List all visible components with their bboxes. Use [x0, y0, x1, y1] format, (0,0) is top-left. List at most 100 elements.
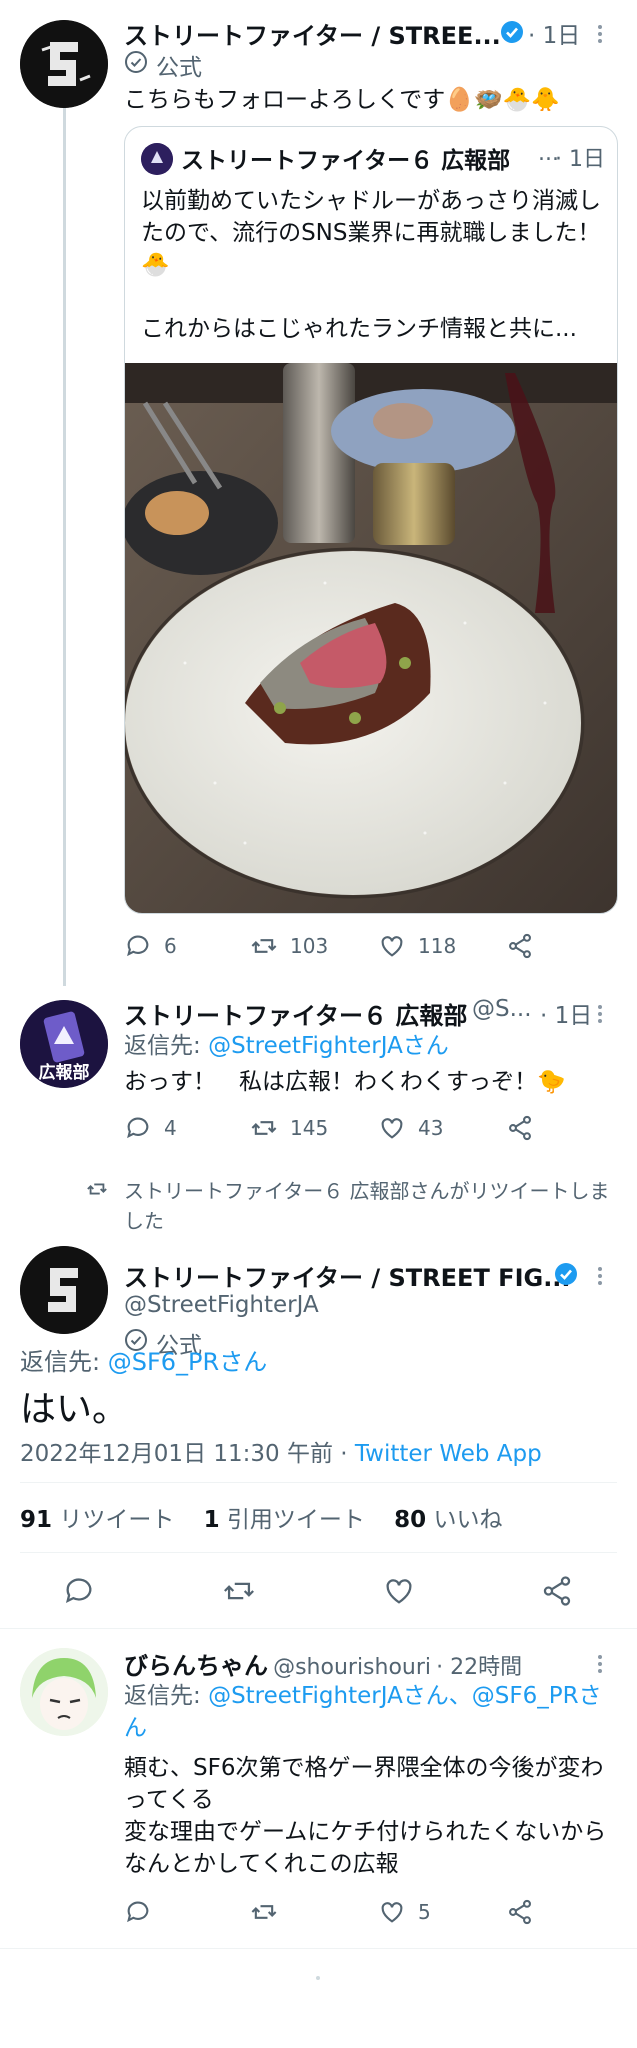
reply-text: 頼む、SF6次第で格ゲー界隈全体の今後が変わってくる 変な理由でゲームにケチ付け… — [124, 1755, 607, 1877]
retweet-notice[interactable]: ストリートファイター６ 広報部さんがリツイートしました — [124, 1176, 624, 1236]
retweets-num: 91 — [20, 1507, 53, 1533]
divider — [0, 1948, 637, 1949]
reply-prefix: 返信先: — [20, 1348, 101, 1376]
share-icon — [509, 1115, 531, 1141]
pr-avatar-label: 広報部 — [38, 1063, 90, 1083]
reply-context: 返信先: @StreetFighterJAさん、@SF6_PRさん — [124, 1680, 604, 1744]
reply-like-count: 5 — [418, 1900, 431, 1924]
reply-like-button[interactable]: 5 — [378, 1898, 431, 1926]
tweet2-reply-count: 4 — [164, 1116, 177, 1140]
reply-share-button[interactable] — [506, 1898, 534, 1926]
heart-icon — [381, 1118, 403, 1139]
loading-dot — [316, 1976, 320, 1980]
reply-prefix: 返信先: — [124, 1033, 201, 1059]
reply-icon — [127, 1117, 149, 1139]
verified-badge-icon — [555, 1263, 577, 1285]
tweet2-reply-button[interactable]: 4 — [124, 1114, 177, 1142]
quoted-photo[interactable] — [125, 363, 617, 913]
main-stats-row: 91 リツイート 1 引用ツイート 80 いいね — [20, 1500, 502, 1534]
reply-prefix: 返信先: — [124, 1683, 201, 1709]
reply-to-link[interactable]: @SF6_PRさん — [108, 1348, 267, 1376]
retweets-stat[interactable]: 91 リツイート — [20, 1507, 174, 1533]
main-like-button[interactable] — [382, 1574, 416, 1608]
retweets-label: リツイート — [59, 1507, 175, 1533]
sf-logo-icon — [20, 1246, 108, 1334]
sf-logo-avatar[interactable] — [20, 20, 108, 108]
more-options-icon[interactable] — [598, 1002, 604, 1026]
tweet2-author-name[interactable]: ストリートファイター６ 広報部 — [124, 996, 467, 1031]
sf-logo-avatar[interactable] — [20, 1246, 108, 1334]
user-avatar[interactable] — [20, 1648, 108, 1736]
tweet2-like-count: 43 — [418, 1116, 444, 1140]
reply-time[interactable]: · 22時間 — [436, 1655, 522, 1680]
retweet-icon — [251, 1121, 277, 1135]
main-tweet-text: はい。 — [20, 1389, 129, 1430]
main-source-app[interactable]: Twitter Web App — [355, 1441, 542, 1467]
tweet2-share-button[interactable] — [506, 1114, 534, 1142]
verified-badge-icon — [501, 21, 523, 43]
main-retweet-button[interactable] — [222, 1574, 256, 1608]
retweet-icon — [251, 939, 277, 953]
more-options-icon[interactable] — [598, 22, 604, 46]
main-handle[interactable]: @StreetFighterJA — [124, 1292, 319, 1318]
more-options-icon[interactable] — [598, 1652, 604, 1676]
likes-num: 80 — [394, 1507, 427, 1533]
main-timestamp-row: 2022年12月01日 11:30 午前 · Twitter Web App — [20, 1434, 542, 1468]
pr-avatar[interactable]: 広報部 — [20, 1000, 108, 1088]
reply-reply-button[interactable] — [124, 1898, 152, 1926]
official-label: 公式 — [156, 55, 202, 81]
quotes-num: 1 — [203, 1507, 220, 1533]
reply-retweet-button[interactable] — [250, 1898, 278, 1926]
quotes-stat[interactable]: 1 引用ツイート — [204, 1507, 365, 1533]
likes-label: いいね — [433, 1507, 503, 1533]
more-options-icon[interactable] — [598, 1264, 604, 1288]
tweet2-handle[interactable]: @S... — [472, 996, 532, 1022]
divider — [20, 1552, 617, 1553]
likes-stat[interactable]: 80 いいね — [394, 1507, 502, 1533]
anime-avatar-icon — [20, 1648, 108, 1736]
reply-icon — [127, 1901, 149, 1923]
tweet2-like-button[interactable]: 43 — [378, 1114, 443, 1142]
tweet2-retweet-count: 145 — [290, 1116, 329, 1140]
sf-logo-icon — [20, 20, 108, 108]
retweet-icon — [251, 1905, 277, 1919]
reply-handle[interactable]: @shourishouri — [273, 1655, 431, 1680]
tweet2-text: おっす！ 私は広報！わくわくすっぞ！🐤 — [124, 1069, 566, 1095]
reply-icon — [127, 935, 149, 957]
main-author-name[interactable]: ストリートファイター / STREET FIG... — [124, 1258, 571, 1293]
divider — [20, 1482, 617, 1483]
thread-line — [63, 106, 66, 986]
tweet1-retweet-button[interactable]: 103 — [250, 932, 328, 960]
tweet2-retweet-button[interactable]: 145 — [250, 1114, 328, 1142]
quote-text: 以前勤めていたシャドルーがあっさり消滅したので、流行のSNS業界に再就職しました… — [141, 188, 601, 342]
share-icon — [509, 1899, 531, 1925]
tweet2-reply-context: 返信先: @StreetFighterJAさん — [124, 1030, 449, 1062]
main-share-button[interactable] — [540, 1574, 574, 1608]
tweet1-reply-button[interactable]: 6 — [124, 932, 177, 960]
quote-time: · 1日 — [555, 147, 605, 172]
main-reply-context: 返信先: @SF6_PRさん — [20, 1346, 267, 1378]
tweet1-time[interactable]: · 1日 — [528, 16, 580, 50]
quote-author-name: ストリートファイター６ 広報部 — [181, 148, 511, 174]
quoted-tweet-card[interactable]: ストリートファイター６ 広報部 ... · 1日 以前勤めていたシャドルーがあっ… — [124, 126, 618, 914]
tweet1-like-button[interactable]: 118 — [378, 932, 456, 960]
official-badge-icon — [125, 51, 147, 73]
main-reply-button[interactable] — [62, 1574, 96, 1608]
tweet1-author-name[interactable]: ストリートファイター / STREE... — [124, 16, 501, 51]
retweeted-icon — [87, 1183, 107, 1195]
tweet1-retweet-count: 103 — [290, 934, 329, 958]
share-icon — [509, 933, 531, 959]
reply-to-link[interactable]: @StreetFighterJAさん — [208, 1033, 449, 1059]
tweet1-share-button[interactable] — [506, 932, 534, 960]
main-separator: · — [340, 1441, 348, 1467]
tweet2-time[interactable]: · 1日 — [540, 996, 592, 1030]
tweet1-text: こちらもフォローよろしくです🥚🪺🐣🐥 — [124, 87, 560, 113]
heart-icon — [381, 1902, 403, 1923]
reply-author-row: びらんちゃん @shourishouri · 22時間 — [124, 1646, 522, 1681]
heart-icon — [381, 936, 403, 957]
main-date[interactable]: 2022年12月01日 11:30 午前 — [20, 1441, 333, 1467]
quotes-label: 引用ツイート — [226, 1507, 365, 1533]
divider — [0, 1628, 637, 1629]
reply-author-name[interactable]: びらんちゃん — [124, 1652, 268, 1680]
quote-avatar — [141, 143, 173, 175]
